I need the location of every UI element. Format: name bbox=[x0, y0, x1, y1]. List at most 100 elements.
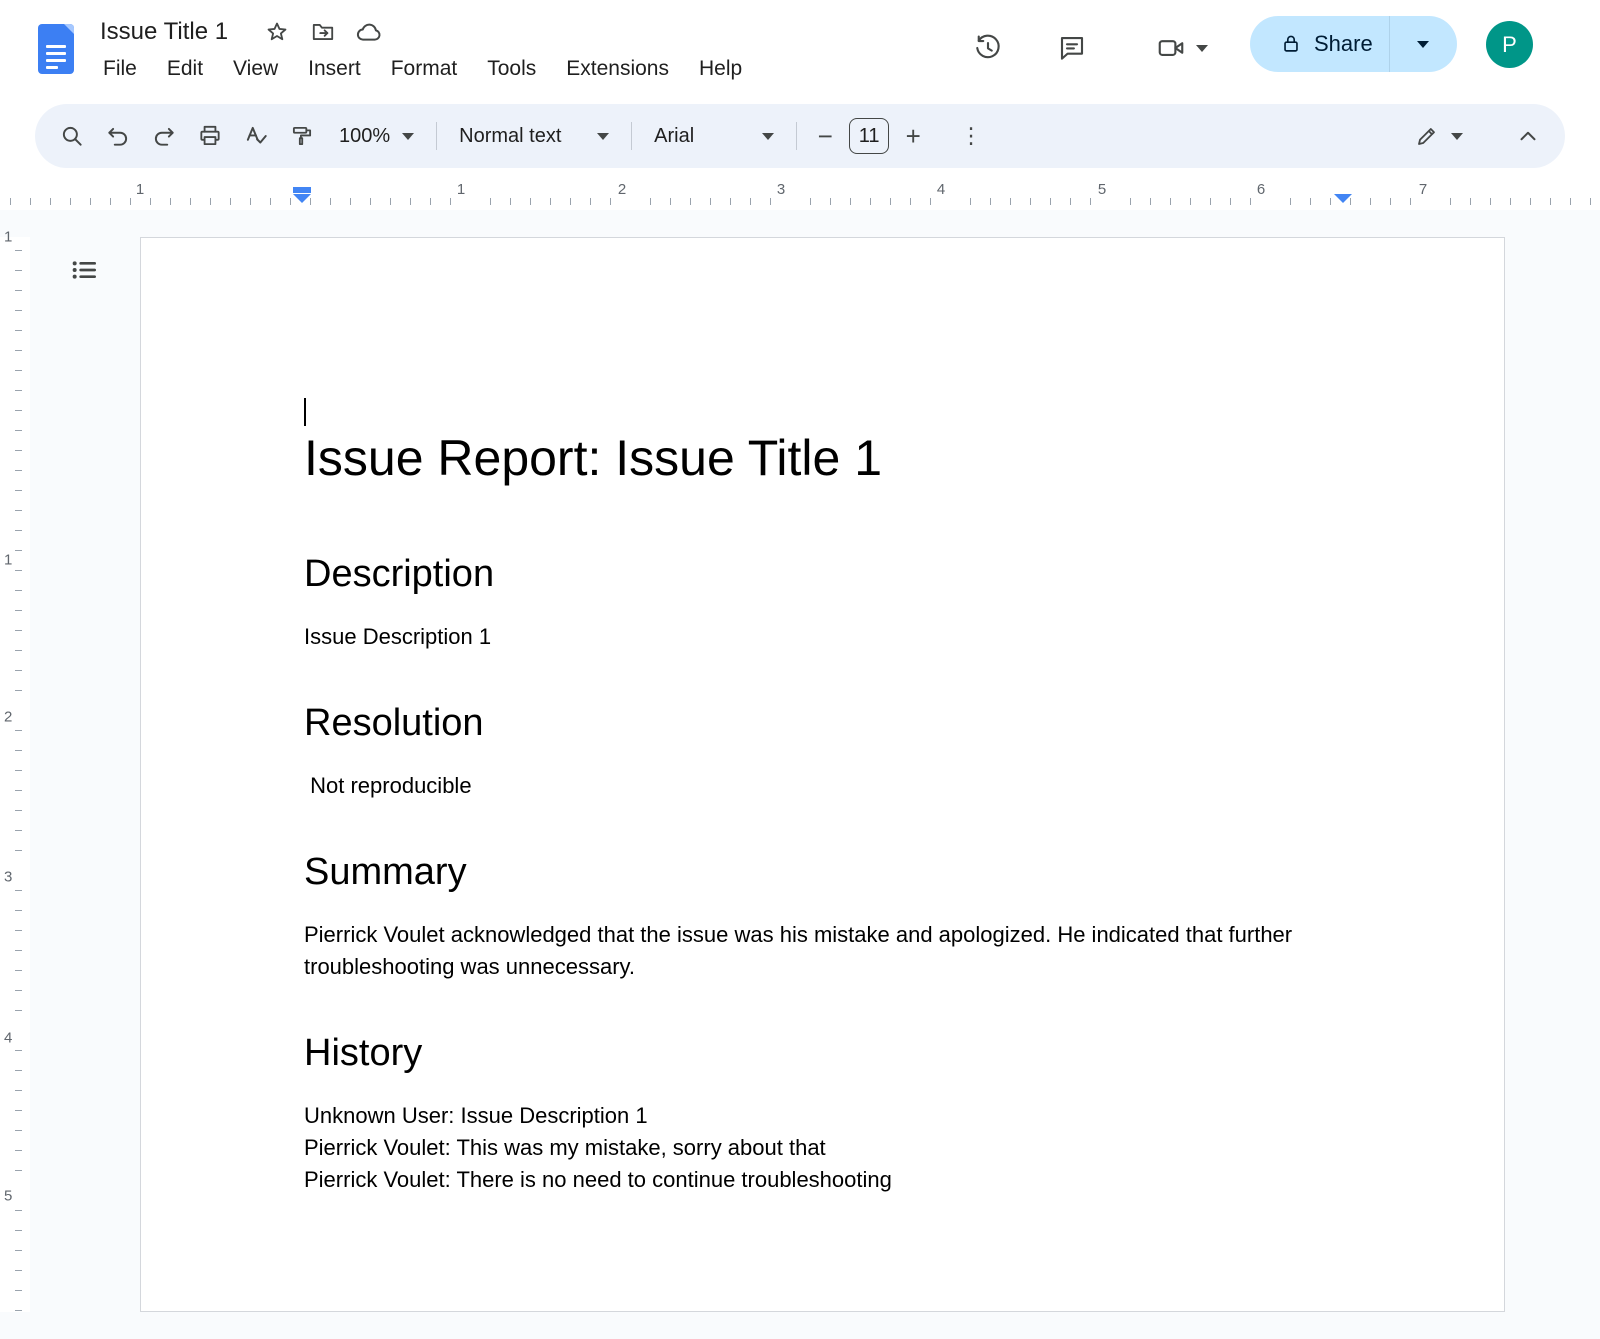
ruler-tick bbox=[15, 430, 22, 431]
ruler-tick bbox=[15, 450, 22, 451]
increase-font-size-button[interactable]: + bbox=[893, 113, 933, 159]
ruler-tick bbox=[1570, 198, 1571, 205]
comment-history-button[interactable] bbox=[1046, 22, 1098, 74]
star-icon[interactable] bbox=[254, 14, 300, 50]
comment-icon bbox=[1057, 33, 1087, 63]
menu-view[interactable]: View bbox=[218, 52, 293, 86]
ruler-tick bbox=[15, 290, 22, 291]
join-call-button[interactable] bbox=[1136, 22, 1228, 74]
editing-mode-caret-icon bbox=[1451, 133, 1463, 140]
paint-format-button[interactable] bbox=[279, 113, 325, 159]
ruler-tick bbox=[15, 930, 22, 931]
spelling-grammar-button[interactable] bbox=[233, 113, 279, 159]
share-button[interactable]: Share bbox=[1250, 16, 1457, 72]
docs-logo-lines bbox=[46, 45, 66, 73]
menu-format[interactable]: Format bbox=[376, 52, 473, 86]
ruler-tick bbox=[15, 1010, 22, 1011]
ruler-tick bbox=[50, 198, 51, 205]
menu-tools[interactable]: Tools bbox=[472, 52, 551, 86]
ruler-tick bbox=[15, 850, 22, 851]
text-cursor bbox=[304, 398, 306, 426]
ruler-tick bbox=[1490, 198, 1491, 205]
account-avatar[interactable]: P bbox=[1486, 21, 1533, 68]
document-page[interactable]: Issue Report: Issue Title 1 Description … bbox=[140, 237, 1505, 1312]
ruler-tick bbox=[15, 730, 22, 731]
search-menus-button[interactable] bbox=[49, 113, 95, 159]
ruler-tick bbox=[1190, 198, 1191, 205]
ruler-tick bbox=[15, 1170, 22, 1171]
ruler-number: 2 bbox=[4, 709, 12, 726]
redo-button[interactable] bbox=[141, 113, 187, 159]
share-dropdown-button[interactable] bbox=[1390, 16, 1457, 72]
ruler-tick bbox=[15, 690, 22, 691]
ruler-tick bbox=[750, 198, 751, 205]
editing-mode-select[interactable] bbox=[1401, 113, 1477, 159]
font-family-select[interactable]: Arial bbox=[640, 113, 788, 159]
section-heading-resolution: Resolution bbox=[304, 699, 1342, 747]
ruler-tick bbox=[290, 198, 291, 205]
document-heading-title: Issue Report: Issue Title 1 bbox=[304, 428, 1342, 488]
version-history-button[interactable] bbox=[962, 22, 1014, 74]
show-outline-button[interactable] bbox=[60, 246, 108, 294]
chevron-up-icon bbox=[1515, 123, 1541, 149]
section-body-description: Issue Description 1 bbox=[304, 621, 1342, 653]
ruler-tick bbox=[15, 1090, 22, 1091]
menu-help[interactable]: Help bbox=[684, 52, 757, 86]
ruler-tick bbox=[15, 630, 22, 631]
app-bar: Issue Title 1 File Edit View bbox=[0, 0, 1600, 104]
left-indent-marker[interactable] bbox=[293, 194, 311, 203]
ruler-tick bbox=[650, 198, 651, 205]
print-button[interactable] bbox=[187, 113, 233, 159]
ruler-tick bbox=[1090, 198, 1091, 205]
ruler-tick bbox=[15, 750, 22, 751]
ruler-tick bbox=[230, 198, 231, 205]
ruler-tick bbox=[1030, 198, 1031, 205]
menu-extensions[interactable]: Extensions bbox=[551, 52, 684, 86]
paragraph-style-select[interactable]: Normal text bbox=[445, 113, 623, 159]
join-call-caret-icon[interactable] bbox=[1196, 45, 1208, 52]
decrease-font-size-button[interactable]: − bbox=[805, 113, 845, 159]
document-title[interactable]: Issue Title 1 bbox=[100, 18, 228, 46]
menu-insert[interactable]: Insert bbox=[293, 52, 376, 86]
ruler-tick bbox=[15, 250, 22, 251]
font-family-value: Arial bbox=[654, 125, 694, 148]
ruler-tick bbox=[310, 198, 311, 205]
hide-menus-button[interactable] bbox=[1505, 113, 1551, 159]
spellcheck-icon bbox=[243, 123, 269, 149]
menu-file[interactable]: File bbox=[88, 52, 152, 86]
ruler-tick bbox=[15, 570, 22, 571]
plus-icon: + bbox=[906, 123, 921, 149]
ruler-tick bbox=[130, 198, 131, 205]
move-folder-icon[interactable] bbox=[300, 14, 346, 50]
zoom-select[interactable]: 100% bbox=[325, 113, 428, 159]
ruler-tick bbox=[1530, 198, 1531, 205]
ruler-tick bbox=[15, 550, 22, 551]
ruler-tick bbox=[330, 198, 331, 205]
lock-icon bbox=[1280, 33, 1302, 55]
font-size-input[interactable]: 11 bbox=[849, 118, 889, 154]
ruler-tick bbox=[1450, 198, 1451, 205]
ruler-tick bbox=[15, 510, 22, 511]
ruler-tick bbox=[190, 198, 191, 205]
ruler-tick bbox=[15, 910, 22, 911]
avatar-initial: P bbox=[1502, 32, 1517, 58]
ruler-number: 1 bbox=[457, 181, 465, 198]
ruler-number: 5 bbox=[1098, 181, 1106, 198]
ruler-tick bbox=[1550, 198, 1551, 205]
ruler-tick bbox=[1330, 198, 1331, 205]
cloud-saved-icon[interactable] bbox=[346, 14, 392, 50]
more-toolbar-button[interactable]: ⋮ bbox=[951, 113, 991, 159]
menu-bar: File Edit View Insert Format Tools Exten… bbox=[88, 52, 757, 86]
ruler-number: 7 bbox=[1419, 181, 1427, 198]
paragraph-style-caret-icon bbox=[597, 133, 609, 140]
undo-button[interactable] bbox=[95, 113, 141, 159]
menu-edit[interactable]: Edit bbox=[152, 52, 218, 86]
section-heading-description: Description bbox=[304, 550, 1342, 598]
ruler-number: 6 bbox=[1257, 181, 1265, 198]
ruler-tick bbox=[15, 410, 22, 411]
docs-logo-icon[interactable] bbox=[38, 24, 74, 74]
first-line-indent-marker[interactable] bbox=[293, 187, 311, 193]
ruler-tick bbox=[1390, 198, 1391, 205]
ruler-tick bbox=[15, 990, 22, 991]
docs-logo-fold bbox=[64, 24, 74, 34]
